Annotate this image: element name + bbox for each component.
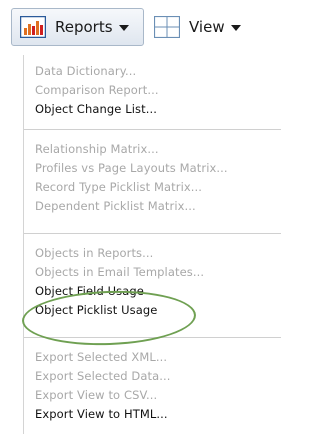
menu-item-export-selected-data: Export Selected Data...	[35, 369, 171, 383]
menu-item-objects-in-reports: Objects in Reports...	[35, 246, 154, 260]
chevron-down-icon	[230, 25, 241, 31]
view-label: View	[189, 18, 225, 36]
menu-item-object-change-list[interactable]: Object Change List...	[35, 99, 157, 119]
menu-item-relationship-matrix: Relationship Matrix...	[35, 142, 159, 156]
menu-item-export-view-to-html[interactable]: Export View to HTML...	[35, 404, 168, 424]
reports-menu-button[interactable]: Reports	[11, 8, 144, 46]
menu-item-record-type-picklist-matrix: Record Type Picklist Matrix...	[35, 180, 203, 194]
menu-item-comparison-report: Comparison Report...	[35, 83, 159, 97]
menu-item-profiles-vs-page-layouts-matrix: Profiles vs Page Layouts Matrix...	[35, 161, 228, 175]
reports-dropdown-menu: Data Dictionary... Comparison Report... …	[23, 55, 281, 434]
reports-label: Reports	[55, 18, 113, 36]
grid-layout-icon	[154, 16, 180, 38]
view-menu-button[interactable]: View	[146, 8, 280, 46]
menu-item-objects-in-email-templates: Objects in Email Templates...	[35, 265, 205, 279]
chevron-down-icon	[118, 25, 129, 31]
bar-chart-icon	[20, 16, 46, 38]
menu-item-export-selected-xml: Export Selected XML...	[35, 350, 168, 364]
menu-item-export-view-to-csv: Export View to CSV...	[35, 388, 158, 402]
toolbar: Reports View	[0, 0, 280, 55]
menu-separator	[24, 233, 281, 234]
menu-item-dependent-picklist-matrix: Dependent Picklist Matrix...	[35, 199, 196, 213]
menu-item-data-dictionary: Data Dictionary...	[35, 64, 137, 78]
menu-separator	[24, 129, 281, 130]
